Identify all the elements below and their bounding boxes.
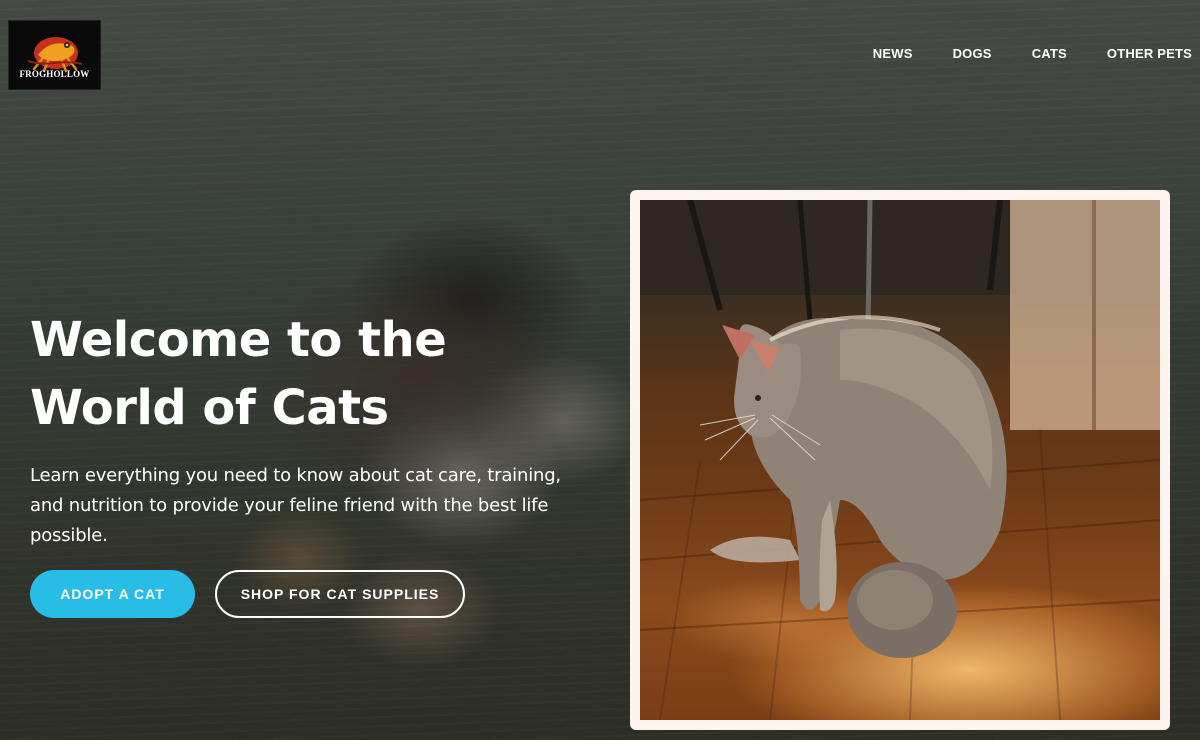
nav-item-other-pets[interactable]: OTHER PETS [1107,46,1192,61]
nav-item-dogs[interactable]: DOGS [953,46,992,61]
hero-title: Welcome to the World of Cats [30,312,447,436]
cat-playing-photo [640,200,1160,720]
nav-item-cats[interactable]: CATS [1032,46,1067,61]
logo-text: FROGHOLLOW [19,69,90,79]
main-nav: NEWS DOGS CATS OTHER PETS [873,46,1192,61]
adopt-a-cat-button[interactable]: ADOPT A CAT [30,570,195,618]
site-logo[interactable]: FROGHOLLOW [8,20,101,90]
hero-subtitle: Learn everything you need to know about … [30,465,561,546]
nav-item-news[interactable]: NEWS [873,46,913,61]
shop-cat-supplies-button[interactable]: SHOP FOR CAT SUPPLIES [215,570,465,618]
hero-photo-card [630,190,1170,730]
cat-illustration [640,200,1160,720]
